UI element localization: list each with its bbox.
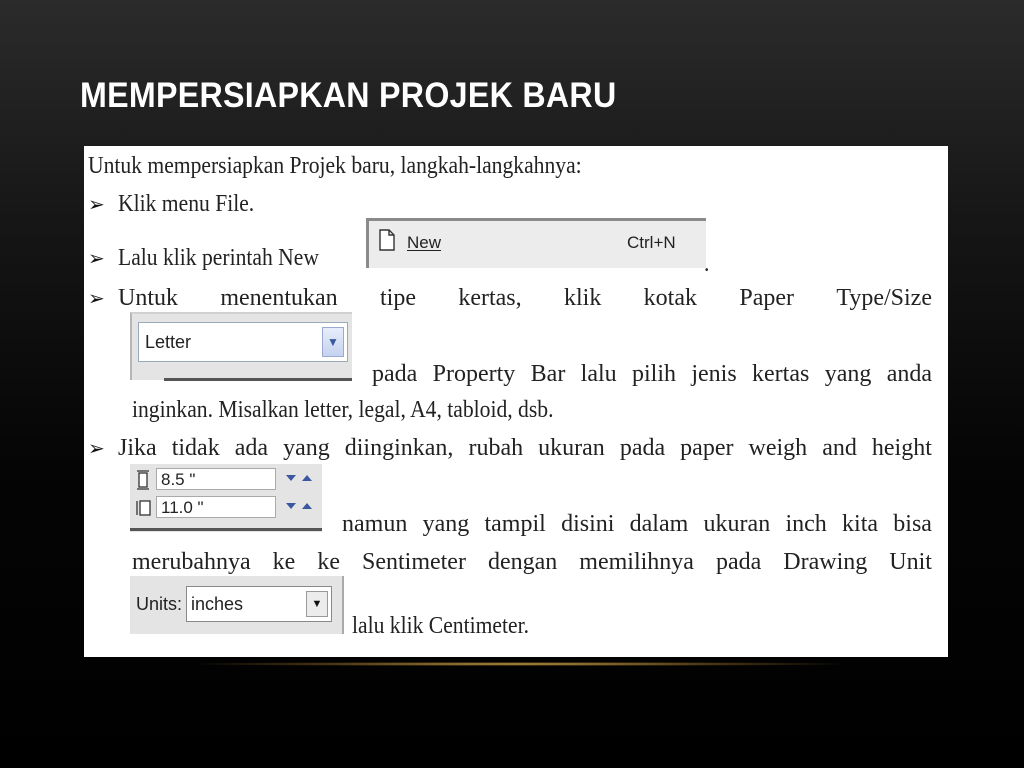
bullet-3-line-1: Untuk menentukan tipe kertas, klik kotak Paper…: [118, 285, 932, 311]
menu-item-new[interactable]: New Ctrl+N: [366, 218, 706, 268]
units-select[interactable]: inches ▼: [186, 586, 332, 622]
paper-type-size-select[interactable]: Letter ▼: [138, 322, 348, 362]
dropdown-arrow-icon[interactable]: ▼: [322, 327, 344, 357]
spinner-arrows-icon[interactable]: [282, 470, 316, 488]
intro-text: Untuk mempersiapkan Projek baru, langkah…: [88, 153, 582, 179]
bullet-3-line-3: inginkan. Misalkan letter, legal, A4, ta…: [132, 397, 554, 423]
bullet-2-text: Lalu klik perintah New: [118, 245, 319, 271]
paper-type-size-combo-image: Letter ▼: [130, 312, 352, 381]
bullet-4-line-1: Jika tidak ada yang diinginkan, rubah ukuran pa…: [118, 435, 932, 461]
divider: [164, 378, 352, 381]
height-field[interactable]: 11.0 ": [156, 496, 276, 518]
bullet-1-text: Klik menu File.: [118, 191, 255, 217]
drawing-units-image: Units: inches ▼: [130, 576, 344, 634]
bullet-arrow-icon: ➢: [88, 286, 105, 310]
paper-height-icon: [136, 498, 152, 518]
menu-item-label: New: [407, 233, 442, 252]
menu-item-shortcut: Ctrl+N: [627, 233, 676, 252]
width-spinner[interactable]: 8.5 ": [134, 468, 320, 492]
bullet-arrow-icon: ➢: [88, 192, 105, 216]
paper-width-icon: [136, 470, 152, 490]
bullet-3-line-2: pada Property Bar lalu pilih jenis kertas yang a…: [372, 361, 932, 387]
bullet-4-line-2: namun yang tampil disini dalam ukuran inch kita…: [342, 511, 932, 537]
units-label: Units:: [136, 594, 183, 614]
dropdown-arrow-icon[interactable]: ▼: [306, 591, 328, 617]
bullet-arrow-icon: ➢: [88, 246, 105, 270]
content-image: Untuk mempersiapkan Projek baru, langkah…: [84, 146, 948, 657]
paper-size-spinner-image: 8.5 " 11.0 ": [130, 464, 322, 532]
paper-type-value: Letter: [145, 332, 192, 352]
units-value: inches: [191, 594, 244, 614]
divider: [130, 528, 322, 531]
slide-title: MEMPERSIAPKAN PROJEK BARU: [80, 76, 617, 115]
height-spinner[interactable]: 11.0 ": [134, 496, 320, 520]
bullet-4-line-4: lalu klik Centimeter.: [352, 613, 529, 639]
bullet-2-period: .: [704, 251, 710, 277]
bullet-4-line-3: merubahnya ke ke Sentimeter dengan memilihnya…: [132, 549, 932, 575]
new-document-icon: [379, 229, 395, 251]
width-field[interactable]: 8.5 ": [156, 468, 276, 490]
spinner-arrows-icon[interactable]: [282, 498, 316, 516]
accent-divider: [200, 662, 840, 666]
bullet-arrow-icon: ➢: [88, 436, 105, 460]
